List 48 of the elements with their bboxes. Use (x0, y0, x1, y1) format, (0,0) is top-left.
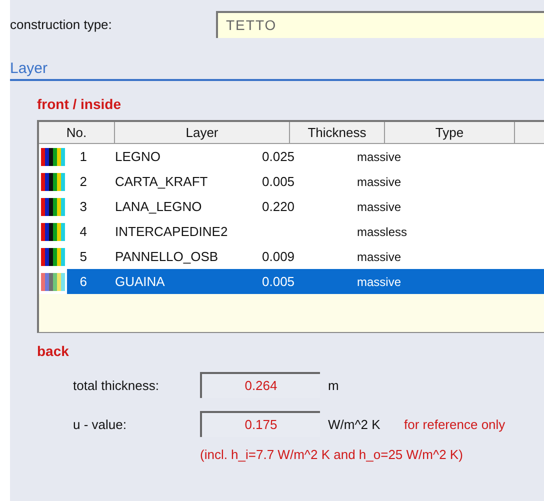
table-cell-text: 0.220 (262, 199, 296, 214)
table-cell-text: 4 (78, 224, 87, 239)
u-value-field: 0.175 (200, 411, 320, 437)
reference-note: for reference only (404, 416, 506, 432)
table-row[interactable]: 4 INTERCAPEDINE2 massless (67, 219, 544, 244)
table-cell-text: 2 (78, 174, 87, 189)
table-cell-text: 1 (78, 149, 87, 164)
table-cell-text: CARTA_KRAFT (114, 174, 209, 189)
layer-color-icon (41, 222, 67, 240)
table-cell-text: massive (357, 200, 402, 214)
field-label: u - value: (72, 416, 128, 432)
table-cell-text: PANNELLO_OSB (114, 249, 220, 264)
table-cell-text: LANA_LEGNO (114, 199, 203, 214)
unit-label: W/m^2 K (328, 416, 382, 432)
construction-type-field[interactable]: TETTO (216, 11, 544, 38)
table-cell-text: 6 (78, 274, 87, 289)
layer-color-icon (41, 148, 67, 166)
table-cell-text: massive (357, 274, 402, 288)
field-label: total thickness: (72, 378, 160, 392)
table-cell-text: 5 (78, 249, 87, 264)
section-title: Layer (10, 60, 544, 81)
back-label: back (37, 343, 70, 359)
table-row[interactable]: 6 GUAINA 0.005 massive (67, 269, 544, 294)
table-cell-text: massive (357, 150, 402, 164)
footnote: (incl. h_i=7.7 W/m^2 K and h_o=25 W/m^2 K) (200, 447, 464, 462)
table-cell-text: 0.005 (262, 174, 296, 189)
table-cell-text: massive (357, 174, 402, 188)
unit-label: m (328, 378, 340, 392)
table-cell-text: 0.009 (262, 249, 296, 264)
table-row[interactable]: 5 PANNELLO_OSB 0.009 massive (67, 244, 544, 269)
table-cell-text: LEGNO (114, 149, 162, 164)
table-cell-text: 3 (78, 199, 87, 214)
table-row[interactable]: 1 LEGNO 0.025 massive (67, 144, 544, 169)
table-row[interactable]: 3 LANA_LEGNO 0.220 massive (67, 194, 544, 219)
layer-color-icon (41, 198, 67, 216)
table-cell-text: massless (357, 224, 408, 238)
layer-color-icon (41, 248, 67, 266)
table-cell-text: massive (357, 250, 402, 264)
layer-color-icon (41, 172, 67, 190)
front-label: front / inside (37, 96, 122, 112)
table-cell-text: INTERCAPEDINE2 (114, 224, 229, 239)
table-cell-text: GUAINA (114, 274, 166, 289)
table-row[interactable]: 2 CARTA_KRAFT 0.005 massive (67, 169, 544, 194)
field-label: construction type: (10, 17, 113, 32)
table-cell-text: 0.005 (262, 274, 296, 289)
table-cell-text: 0.025 (262, 149, 296, 164)
layer-color-icon (41, 272, 67, 290)
total-thickness-field: 0.264 (200, 372, 320, 398)
